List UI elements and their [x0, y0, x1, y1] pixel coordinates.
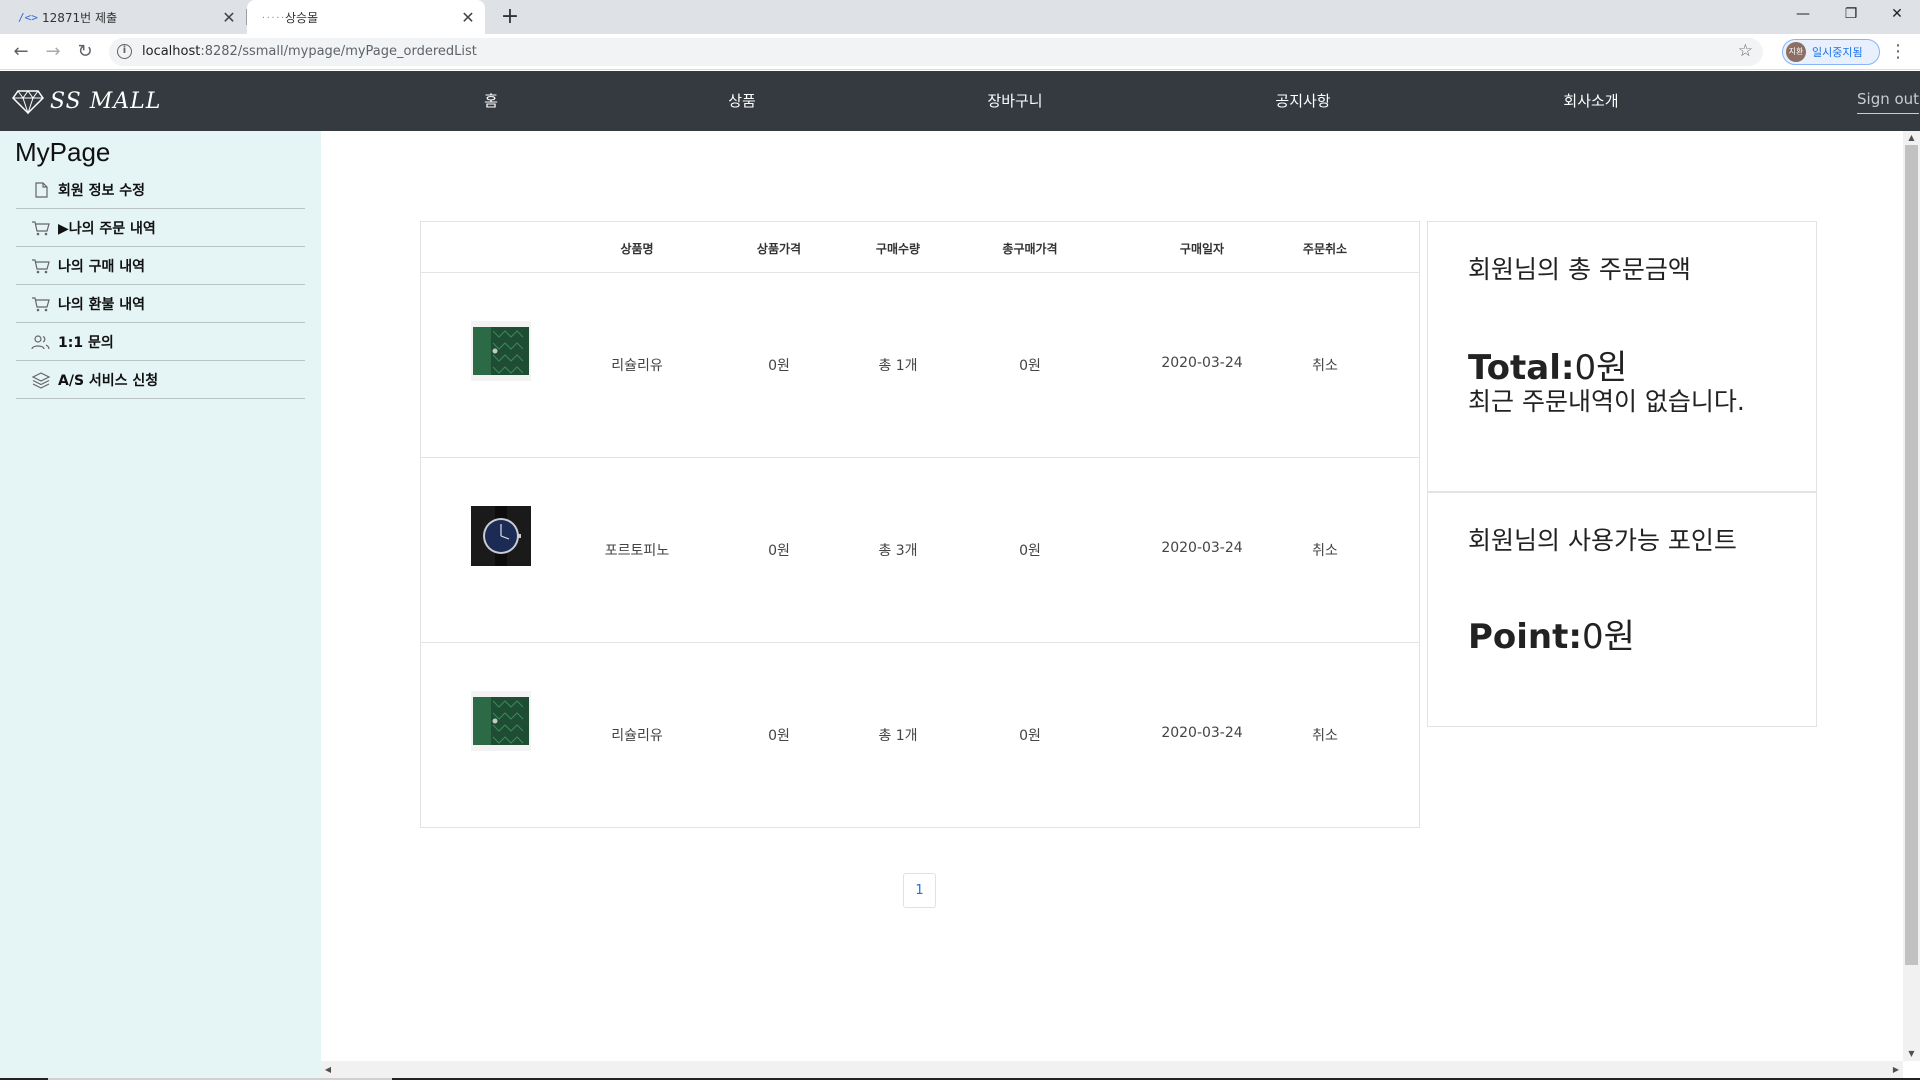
quantity: 총 1개 [878, 728, 918, 744]
no-recent-orders-note: 최근 주문내역이 없습니다. [1468, 387, 1745, 416]
close-window-button[interactable]: ✕ [1874, 0, 1920, 30]
code-icon: /<> [18, 10, 38, 24]
browser-menu-icon[interactable]: ⋮ [1888, 39, 1908, 65]
mypage-sidebar: MyPage 회원 정보 수정 ▶나의 주문 내역 나의 구매 내역 나의 환불… [0, 131, 321, 1080]
nav-cart[interactable]: 장바구니 [987, 71, 1042, 131]
table-row: 포르토피노 0원 총 3개 0원 2020-03-24 취소 [421, 458, 1419, 643]
restore-window-button[interactable]: ❐ [1828, 0, 1874, 30]
url-text[interactable]: localhost:8282/ssmall/mypage/myPage_orde… [142, 44, 477, 59]
browser-tab-strip: /<> 12871번 제출 ✕ ····· 상승몰 ✕ + — ❐ ✕ [0, 0, 1920, 34]
table-row: 리슐리유 0원 총 1개 0원 2020-03-24 취소 [421, 273, 1419, 458]
diamond-icon [12, 90, 44, 115]
sidebar-item-my-orders[interactable]: ▶나의 주문 내역 [16, 209, 305, 247]
product-name[interactable]: 리슐리유 [611, 355, 663, 375]
page-button-1[interactable]: 1 [903, 873, 936, 908]
document-icon [35, 181, 48, 198]
sidebar-item-my-purchases[interactable]: 나의 구매 내역 [16, 247, 305, 285]
sidebar-item-inquiry[interactable]: 1:1 문의 [16, 323, 305, 361]
quantity: 총 1개 [878, 358, 918, 374]
horizontal-scrollbar[interactable]: ◀ ▶ [321, 1061, 1903, 1078]
profile-status-label: 일시중지됨 [1812, 46, 1863, 59]
col-total-price: 총구매가격 [1002, 242, 1058, 256]
bookmark-star-icon[interactable]: ☆ [1738, 41, 1753, 61]
tab-title: 상승몰 [285, 10, 319, 25]
tab-title: 12871번 제출 [42, 10, 118, 25]
cancel-order-button[interactable]: 취소 [1312, 540, 1338, 560]
logo-text: SS MALL [50, 88, 162, 114]
sidebar-item-as-service[interactable]: A/S 서비스 신청 [16, 361, 305, 399]
product-price: 0원 [768, 358, 790, 374]
site-navbar: SS MALL 홈 상품 장바구니 공지사항 회사소개 Sign out [0, 71, 1920, 131]
sidebar-item-edit-profile[interactable]: 회원 정보 수정 [16, 171, 305, 209]
site-info-icon[interactable]: i [117, 44, 132, 59]
available-point-panel: 회원님의 사용가능 포인트 Point:0원 [1427, 492, 1817, 727]
purchase-date: 2020-03-24 [1161, 725, 1243, 741]
order-list-table: 상품명 상품가격 구매수량 총구매가격 구매일자 주문취소 리슐리유 0원 총 … [420, 221, 1420, 828]
cart-icon [32, 220, 50, 235]
cart-icon [32, 258, 50, 273]
back-arrow-icon[interactable]: ← [8, 39, 34, 65]
close-tab-icon[interactable]: ✕ [218, 8, 240, 27]
table-header: 상품명 상품가격 구매수량 총구매가격 구매일자 주문취소 [421, 222, 1419, 273]
scrollbar-thumb[interactable] [1905, 145, 1918, 965]
avatar: 지환 [1786, 42, 1806, 62]
col-purchase-date: 구매일자 [1179, 242, 1225, 256]
total-price: 0원 [1019, 358, 1041, 374]
cart-icon [32, 296, 50, 311]
site-logo[interactable]: SS MALL [12, 81, 161, 121]
browser-tab-ssmall[interactable]: ····· 상승몰 ✕ [247, 0, 485, 34]
product-image-green-wallet[interactable] [471, 321, 531, 381]
product-name[interactable]: 포르토피노 [605, 540, 669, 560]
browser-tab-submission[interactable]: /<> 12871번 제출 ✕ [0, 0, 246, 34]
product-price: 0원 [768, 728, 790, 744]
close-tab-icon[interactable]: ✕ [457, 8, 479, 27]
quantity: 총 3개 [878, 543, 918, 559]
scroll-down-icon[interactable]: ▼ [1903, 1047, 1920, 1061]
users-icon [31, 334, 50, 349]
cancel-order-button[interactable]: 취소 [1312, 725, 1338, 745]
point-amount: Point:0원 [1468, 617, 1635, 657]
forward-arrow-icon[interactable]: → [40, 39, 66, 65]
profile-button[interactable]: 지환 일시중지됨 [1782, 39, 1880, 65]
purchase-date: 2020-03-24 [1161, 540, 1243, 556]
product-name[interactable]: 리슐리유 [611, 725, 663, 745]
site-favicon-icon: ····· [261, 12, 286, 22]
total-price: 0원 [1019, 728, 1041, 744]
col-quantity: 구매수량 [875, 242, 921, 256]
sidebar-title: MyPage [15, 137, 111, 167]
total-order-title: 회원님의 총 주문금액 [1468, 255, 1691, 284]
col-product-price: 상품가격 [756, 242, 802, 256]
browser-toolbar: ← → ↻ i localhost:8282/ssmall/mypage/myP… [0, 34, 1920, 70]
nav-home[interactable]: 홈 [484, 71, 498, 131]
purchase-date: 2020-03-24 [1161, 355, 1243, 371]
product-image-watch[interactable] [471, 506, 531, 566]
col-cancel: 주문취소 [1302, 242, 1348, 256]
sign-out-link[interactable]: Sign out [1857, 90, 1920, 114]
scroll-up-icon[interactable]: ▲ [1903, 131, 1920, 145]
address-bar[interactable]: i localhost:8282/ssmall/mypage/myPage_or… [109, 38, 1763, 66]
cancel-order-button[interactable]: 취소 [1312, 355, 1338, 375]
layers-icon [31, 371, 51, 389]
vertical-scrollbar[interactable]: ▲ ▼ [1903, 131, 1920, 1061]
product-price: 0원 [768, 543, 790, 559]
total-price: 0원 [1019, 543, 1041, 559]
reload-icon[interactable]: ↻ [72, 39, 98, 65]
scroll-left-icon[interactable]: ◀ [321, 1061, 335, 1078]
table-row: 리슐리유 0원 총 1개 0원 2020-03-24 취소 [421, 643, 1419, 828]
scroll-right-icon[interactable]: ▶ [1889, 1061, 1903, 1078]
total-order-panel: 회원님의 총 주문금액 Total:0원 최근 주문내역이 없습니다. [1427, 221, 1817, 492]
nav-products[interactable]: 상품 [728, 71, 756, 131]
point-title: 회원님의 사용가능 포인트 [1468, 526, 1737, 555]
new-tab-button[interactable]: + [497, 4, 523, 30]
sidebar-menu: 회원 정보 수정 ▶나의 주문 내역 나의 구매 내역 나의 환불 내역 1:1… [16, 171, 305, 399]
nav-notice[interactable]: 공지사항 [1275, 71, 1330, 131]
minimize-window-button[interactable]: — [1780, 0, 1826, 30]
nav-company[interactable]: 회사소개 [1563, 71, 1618, 131]
col-product-name: 상품명 [620, 242, 654, 256]
product-image-green-wallet[interactable] [471, 691, 531, 751]
sidebar-item-my-refunds[interactable]: 나의 환불 내역 [16, 285, 305, 323]
